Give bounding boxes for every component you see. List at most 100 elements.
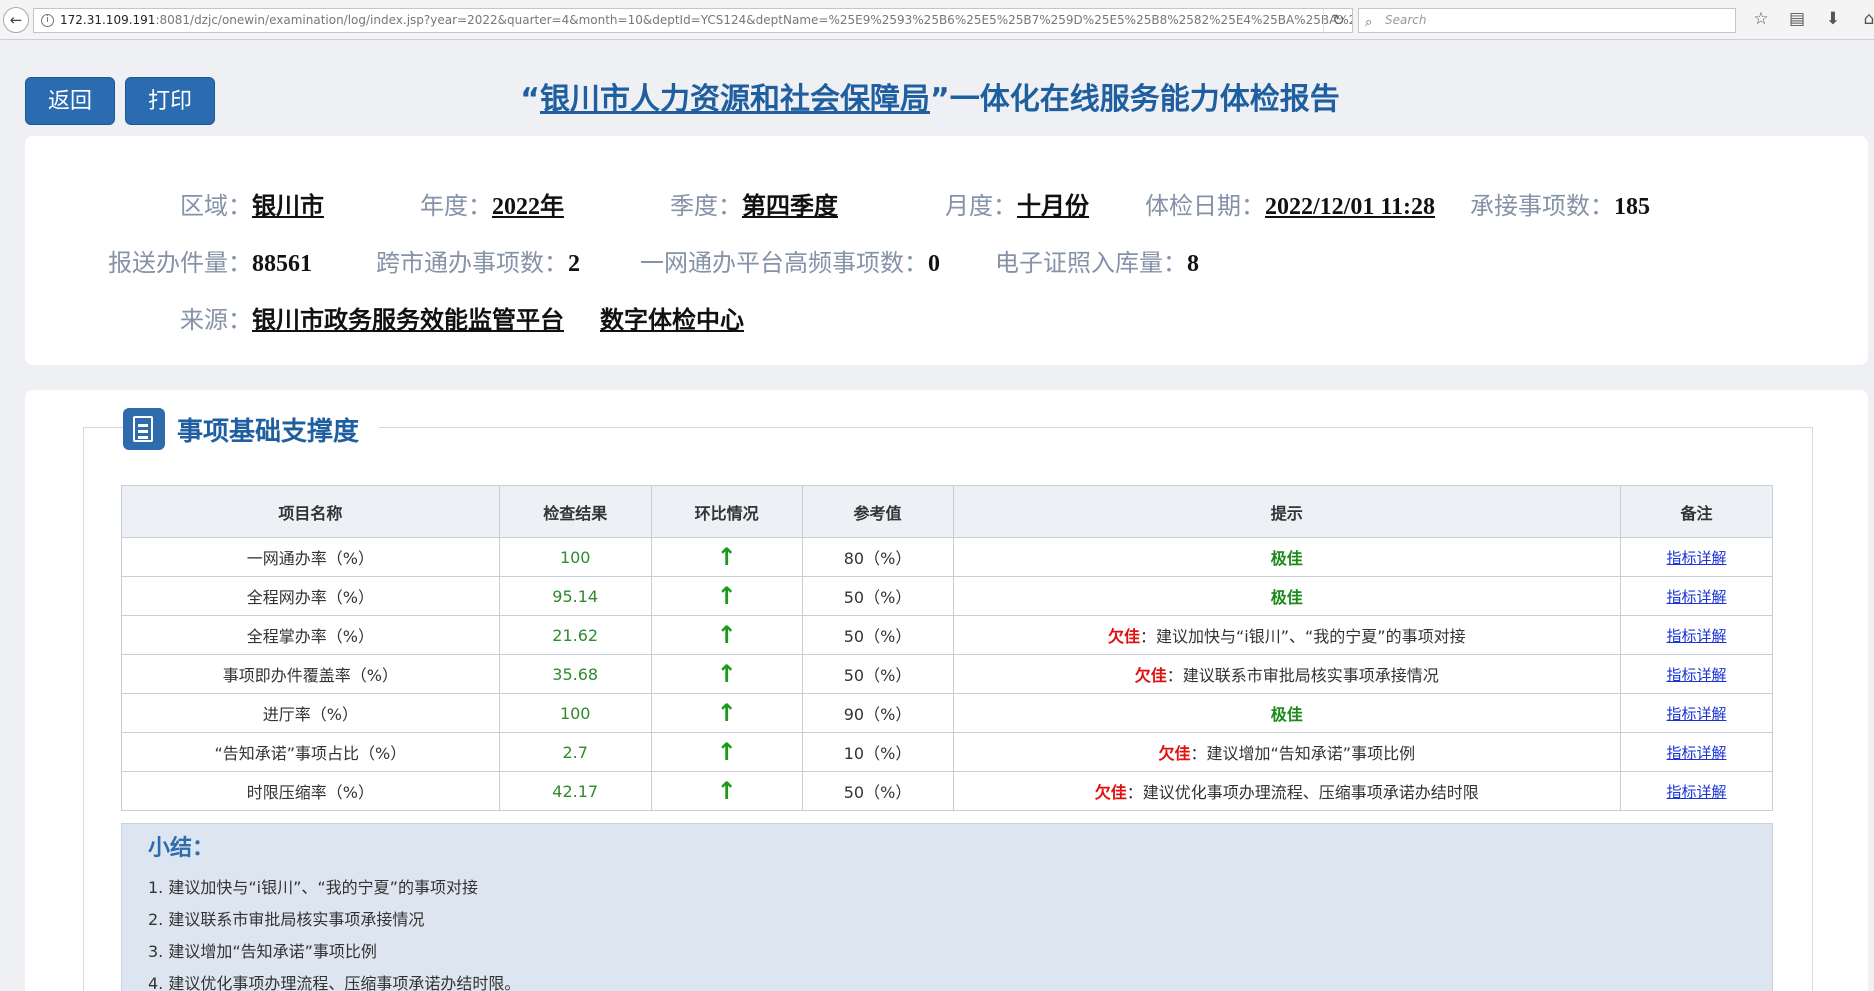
info-card: 区域： 银川市 年度： 2022年 季度： 第四季度 月度： 十月份 体检日期： 2022… [25,136,1868,365]
tip-text: ：建议加快与“i银川”、“我的宁夏”的事项对接 [1139,627,1466,646]
summary-item: 2. 建议联系市审批局核实事项承接情况 [148,910,425,929]
title-quote: “ [520,82,540,117]
col-header-note: 备注 [1620,485,1773,538]
row-name: 一网通办率（%） [121,537,500,577]
row-result: 2.7 [498,732,652,772]
section-legend: 事项基础支撑度 [123,408,380,450]
month-value[interactable]: 十月份 [1017,186,1089,221]
row-name: 全程网办率（%） [121,576,500,616]
year-value[interactable]: 2022年 [492,186,564,221]
up-arrow-icon: ↑ [650,693,803,733]
reload-icon[interactable]: ↻ [1323,8,1353,33]
search-icon: ⌕ [1365,15,1373,30]
row-tip: 欠佳：建议优化事项办理流程、压缩事项承诺办结时限 [952,771,1622,811]
summary-title: 小结： [148,836,215,861]
source-link-center[interactable]: 数字体检中心 [600,300,744,335]
print-button[interactable]: 打印 [125,77,215,125]
region-item: 区域： 银川市 [180,186,420,221]
tip-text: ：建议增加“告知承诺”事项比例 [1190,744,1416,763]
row-tip: 极佳 [952,576,1622,616]
row-result: 35.68 [498,654,652,694]
tip-level: 极佳 [1270,588,1303,607]
back-button[interactable]: 返回 [25,77,115,125]
search-placeholder: Search [1385,13,1427,27]
row-note: 指标详解 [1620,615,1773,655]
quarter-value[interactable]: 第四季度 [742,186,838,221]
cert-value: 8 [1187,251,1199,277]
info-icon[interactable]: i [41,14,54,27]
detail-link[interactable]: 指标详解 [1667,549,1727,567]
col-header-result: 检查结果 [498,485,652,538]
row-name: “告知承诺”事项占比（%） [121,732,500,772]
up-arrow-icon: ↑ [650,732,803,772]
row-ref: 10（%） [801,732,954,772]
freq-label: 一网通办平台高频事项数： [640,249,928,277]
row-tip: 欠佳：建议联系市审批局核实事项承接情况 [952,654,1622,694]
table-row: “告知承诺”事项占比（%） 2.7 ↑ 10（%） 欠佳：建议增加“告知承诺”事… [121,732,1773,772]
volume-value: 88561 [252,251,312,277]
col-header-tip: 提示 [952,485,1622,538]
tip-level: 欠佳 [1134,666,1167,685]
section-title: 事项基础支撑度 [177,416,360,447]
row-ref: 50（%） [801,654,954,694]
address-bar[interactable]: i 172.31.109.191:8081/dzjc/onewin/examin… [33,8,1353,33]
col-header-ref: 参考值 [801,485,954,538]
tip-text: ：建议联系市审批局核实事项承接情况 [1166,666,1439,685]
table-row: 事项即办件覆盖率（%） 35.68 ↑ 50（%） 欠佳：建议联系市审批局核实事… [121,654,1773,694]
bookmark-star-icon[interactable]: ☆ [1750,9,1772,29]
row-tip: 极佳 [952,537,1622,577]
volume-label: 报送办件量： [108,249,252,277]
summary-box: 小结： 1. 建议加快与“i银川”、“我的宁夏”的事项对接 2. 建议联系市审批… [121,823,1773,991]
year-item: 年度： 2022年 [420,186,670,221]
date-item: 体检日期： 2022/12/01 11:28 [1145,186,1470,221]
month-label: 月度： [945,192,1017,220]
date-label: 体检日期： [1145,192,1265,220]
quarter-label: 季度： [670,192,742,220]
up-arrow-icon: ↑ [650,615,803,655]
row-note: 指标详解 [1620,654,1773,694]
detail-link[interactable]: 指标详解 [1667,627,1727,645]
cross-label: 跨市通办事项数： [376,249,568,277]
source-link-platform[interactable]: 银川市政务服务效能监管平台 [252,300,564,335]
detail-link[interactable]: 指标详解 [1667,744,1727,762]
row-tip: 欠佳：建议加快与“i银川”、“我的宁夏”的事项对接 [952,615,1622,655]
detail-link[interactable]: 指标详解 [1667,666,1727,684]
table-row: 时限压缩率（%） 42.17 ↑ 50（%） 欠佳：建议优化事项办理流程、压缩事… [121,771,1773,811]
table-row: 全程掌办率（%） 21.62 ↑ 50（%） 欠佳：建议加快与“i银川”、“我的… [121,615,1773,655]
freq-value: 0 [928,251,940,277]
row-note: 指标详解 [1620,693,1773,733]
row-ref: 50（%） [801,771,954,811]
region-value[interactable]: 银川市 [252,186,324,221]
title-dept-link[interactable]: 银川市人力资源和社会保障局 [540,82,930,117]
tip-level: 欠佳 [1094,783,1127,802]
items-label: 承接事项数： [1470,192,1614,220]
up-arrow-icon: ↑ [650,771,803,811]
cert-item: 电子证照入库量： 8 [995,243,1199,278]
up-arrow-icon: ↑ [650,576,803,616]
summary-item: 4. 建议优化事项办理流程、压缩事项承诺办结时限。 [148,974,521,991]
home-icon[interactable]: ⌂ [1858,9,1874,29]
tip-level: 极佳 [1270,549,1303,568]
download-icon[interactable]: ⬇ [1822,9,1844,29]
detail-link[interactable]: 指标详解 [1667,705,1727,723]
detail-link[interactable]: 指标详解 [1667,588,1727,606]
row-ref: 50（%） [801,615,954,655]
cert-label: 电子证照入库量： [995,249,1187,277]
reading-list-icon[interactable]: ▤ [1786,9,1808,29]
cross-item: 跨市通办事项数： 2 [376,243,640,278]
row-name: 全程掌办率（%） [121,615,500,655]
table-header-row: 项目名称 检查结果 环比情况 参考值 提示 备注 [121,485,1773,538]
row-name: 事项即办件覆盖率（%） [121,654,500,694]
title-suffix: ”一体化在线服务能力体检报告 [930,82,1340,117]
detail-link[interactable]: 指标详解 [1667,783,1727,801]
row-ref: 90（%） [801,693,954,733]
back-arrow-icon[interactable]: ← [3,7,29,33]
page-title: “银川市人力资源和社会保障局”一体化在线服务能力体检报告 [240,78,1620,122]
row-note: 指标详解 [1620,576,1773,616]
row-result: 100 [498,537,652,577]
row-result: 42.17 [498,771,652,811]
col-header-trend: 环比情况 [650,485,803,538]
search-input[interactable]: ⌕ Search [1358,8,1736,33]
date-value[interactable]: 2022/12/01 11:28 [1265,194,1435,221]
table-row: 进厅率（%） 100 ↑ 90（%） 极佳 指标详解 [121,693,1773,733]
